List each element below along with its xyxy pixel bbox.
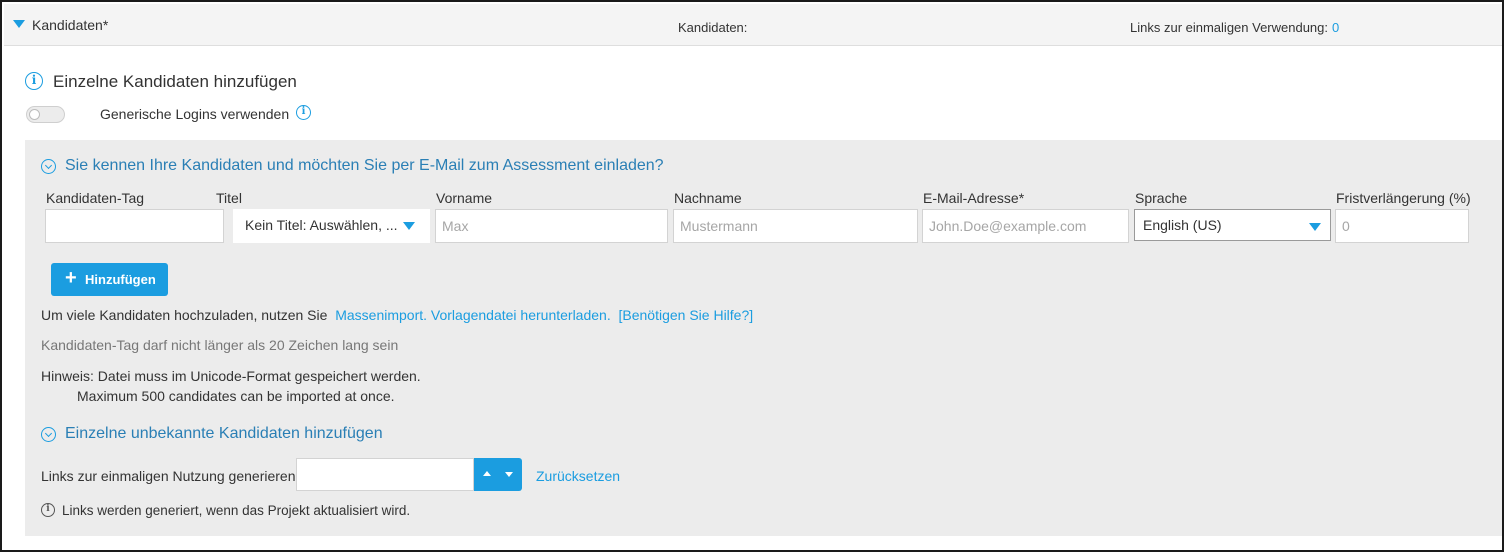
add-candidate-button-label: Hinzufügen bbox=[85, 272, 156, 287]
invite-by-email-title[interactable]: Sie kennen Ihre Kandidaten und möchten S… bbox=[65, 157, 664, 175]
chevron-down-icon bbox=[1309, 223, 1321, 231]
tag-length-note: Kandidaten-Tag darf nicht länger als 20 … bbox=[41, 337, 399, 353]
info-icon: i bbox=[41, 503, 55, 517]
reset-link[interactable]: Zurücksetzen bbox=[536, 468, 620, 484]
links-generated-note: Links werden generiert, wenn das Projekt… bbox=[62, 503, 411, 518]
email-label: E-Mail-Adresse* bbox=[923, 190, 1025, 206]
mass-import-link[interactable]: Massenimport. bbox=[335, 307, 427, 323]
stepper-up-icon[interactable] bbox=[483, 471, 491, 476]
max-candidates-hint: Maximum 500 candidates can be imported a… bbox=[77, 388, 395, 404]
single-use-links-label: Links zur einmaligen Verwendung: bbox=[1130, 20, 1329, 35]
deadline-extension-label: Fristverlängerung (%) bbox=[1336, 190, 1471, 206]
stepper-down-icon[interactable] bbox=[505, 472, 513, 477]
single-use-links-summary: Links zur einmaligen Verwendung: 0 bbox=[1130, 20, 1339, 35]
generate-links-label: Links zur einmaligen Nutzung generieren bbox=[41, 468, 296, 484]
language-label: Sprache bbox=[1135, 190, 1188, 206]
single-use-links-count[interactable]: 0 bbox=[1332, 20, 1339, 35]
chevron-down-icon bbox=[403, 222, 415, 230]
candidates-section-header[interactable]: Kandidaten* Kandidaten: Links zur einmal… bbox=[4, 4, 1502, 46]
candidate-tag-label: Kandidaten-Tag bbox=[46, 190, 145, 206]
chevron-down-circle-icon[interactable] bbox=[41, 159, 56, 174]
candidate-tag-input[interactable] bbox=[45, 209, 224, 243]
plus-icon: + bbox=[65, 267, 77, 289]
add-unknown-candidates-title[interactable]: Einzelne unbekannte Kandidaten hinzufüge… bbox=[65, 425, 383, 443]
section-header-title: Kandidaten* bbox=[32, 17, 109, 33]
language-select[interactable]: English (US) bbox=[1134, 209, 1331, 241]
deadline-extension-input[interactable] bbox=[1335, 209, 1469, 243]
info-icon: i bbox=[25, 72, 43, 90]
toggle-knob bbox=[29, 109, 40, 120]
title-select-value: Kein Titel: Auswählen, ... bbox=[245, 217, 398, 233]
firstname-label: Vorname bbox=[436, 190, 493, 206]
generic-logins-info-icon[interactable]: i bbox=[296, 105, 311, 120]
bulk-upload-hint: Um viele Kandidaten hochzuladen, nutzen … bbox=[41, 307, 753, 323]
bulk-upload-prefix: Um viele Kandidaten hochzuladen, nutzen … bbox=[41, 307, 328, 323]
window-frame: Kandidaten* Kandidaten: Links zur einmal… bbox=[0, 0, 1504, 552]
collapse-caret-icon[interactable] bbox=[13, 20, 25, 28]
generic-logins-label: Generische Logins verwenden bbox=[100, 106, 290, 122]
firstname-input[interactable] bbox=[435, 209, 668, 243]
invite-panel: Sie kennen Ihre Kandidaten und möchten S… bbox=[25, 140, 1502, 536]
unicode-hint: Hinweis: Datei muss im Unicode-Format ge… bbox=[41, 368, 421, 384]
help-link[interactable]: [Benötigen Sie Hilfe?] bbox=[619, 307, 754, 323]
lastname-label: Nachname bbox=[674, 190, 742, 206]
email-input[interactable] bbox=[922, 209, 1129, 243]
generic-logins-toggle[interactable] bbox=[26, 106, 65, 123]
chevron-down-circle-icon[interactable] bbox=[41, 427, 56, 442]
lastname-input[interactable] bbox=[673, 209, 918, 243]
download-template-link[interactable]: Vorlagendatei herunterladen. bbox=[431, 307, 611, 323]
links-stepper[interactable] bbox=[474, 458, 522, 491]
add-candidate-button[interactable]: + Hinzufügen bbox=[51, 263, 168, 296]
title-select[interactable]: Kein Titel: Auswählen, ... bbox=[233, 209, 430, 243]
add-individual-candidates-title: Einzelne Kandidaten hinzufügen bbox=[53, 72, 297, 91]
language-select-value: English (US) bbox=[1143, 217, 1222, 233]
candidates-count-label: Kandidaten: bbox=[678, 20, 748, 35]
single-use-links-input[interactable] bbox=[296, 458, 474, 491]
title-label: Titel bbox=[216, 190, 242, 206]
